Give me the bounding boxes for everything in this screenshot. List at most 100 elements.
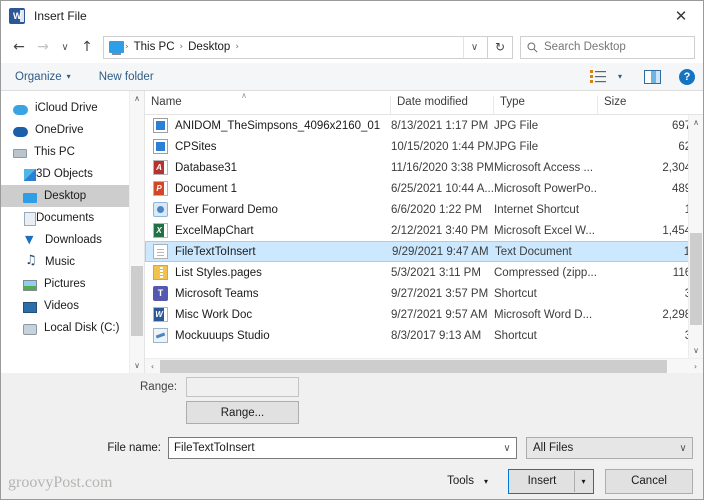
- file-name: Mockuuups Studio: [175, 330, 270, 342]
- filename-value: FileTextToInsert: [174, 442, 498, 454]
- range-input[interactable]: [186, 377, 299, 397]
- file-name-cell: List Styles.pages: [145, 265, 390, 280]
- scroll-down-icon[interactable]: ∨: [130, 358, 144, 373]
- hscroll-track[interactable]: [160, 360, 688, 373]
- column-header-date-modified[interactable]: Date modified: [390, 96, 493, 114]
- sidebar-item-label: Desktop: [44, 190, 86, 202]
- file-date: 10/15/2020 1:44 PM: [390, 141, 493, 153]
- scroll-left-icon[interactable]: ‹: [145, 362, 160, 371]
- sidebar-item-downloads[interactable]: Downloads: [1, 229, 144, 251]
- table-row[interactable]: Ever Forward Demo 6/6/2020 1:22 PM Inter…: [145, 199, 703, 220]
- breadcrumb-this-pc[interactable]: This PC: [130, 41, 179, 53]
- cancel-button[interactable]: Cancel: [605, 469, 693, 494]
- sidebar-item-label: Music: [45, 256, 75, 268]
- table-row[interactable]: W Misc Work Doc 9/27/2021 9:57 AM Micros…: [145, 304, 703, 325]
- toolbar-right-group: ▾ ?: [590, 69, 695, 85]
- chevron-down-icon[interactable]: ∨: [463, 37, 485, 58]
- watermark: groovyPost.com: [8, 474, 112, 492]
- table-row[interactable]: P Document 1 6/25/2021 10:44 A... Micros…: [145, 178, 703, 199]
- filename-input[interactable]: FileTextToInsert ∨: [168, 437, 517, 459]
- search-input[interactable]: Search Desktop: [520, 36, 695, 59]
- zip-file-icon: [153, 265, 168, 280]
- column-header-size[interactable]: Size: [597, 96, 703, 114]
- file-type: JPG File: [493, 141, 597, 153]
- insert-button[interactable]: Insert: [510, 471, 575, 492]
- breadcrumb-separator: ›: [234, 42, 240, 52]
- jpg-file-icon: [153, 139, 168, 154]
- file-list-vertical-scrollbar[interactable]: ∧ ∨: [688, 115, 703, 358]
- search-icon: [527, 42, 538, 53]
- insert-split-button[interactable]: Insert ▾: [508, 469, 594, 494]
- column-header-type[interactable]: Type: [493, 96, 597, 114]
- file-name-cell: P Document 1: [145, 181, 390, 196]
- file-type-select[interactable]: All Files ∨: [526, 437, 693, 459]
- refresh-icon[interactable]: ↻: [488, 36, 513, 59]
- range-label: Range:: [140, 381, 184, 393]
- close-icon[interactable]: ✕: [659, 2, 703, 31]
- scrollbar-thumb[interactable]: [690, 233, 702, 325]
- breadcrumb-desktop[interactable]: Desktop: [184, 41, 234, 53]
- scrollbar-thumb[interactable]: [131, 266, 143, 336]
- table-row-selected[interactable]: FileTextToInsert 9/29/2021 9:47 AM Text …: [145, 241, 703, 262]
- tools-button[interactable]: Tools ▾: [441, 470, 494, 493]
- table-row[interactable]: A Database31 11/16/2020 3:38 PM Microsof…: [145, 157, 703, 178]
- sidebar-item-documents[interactable]: Documents: [1, 207, 144, 229]
- preview-pane-icon[interactable]: [644, 70, 661, 84]
- table-row[interactable]: Microsoft Teams 9/27/2021 3:57 PM Shortc…: [145, 283, 703, 304]
- file-name-cell: X ExcelMapChart: [145, 223, 390, 238]
- table-row[interactable]: List Styles.pages 5/3/2021 3:11 PM Compr…: [145, 262, 703, 283]
- table-row[interactable]: Mockuuups Studio 8/3/2017 9:13 AM Shortc…: [145, 325, 703, 346]
- scroll-right-icon[interactable]: ›: [688, 362, 703, 371]
- file-size: 1 K: [598, 246, 702, 258]
- sidebar-item-this-pc[interactable]: This PC: [1, 141, 144, 163]
- scroll-down-icon[interactable]: ∨: [689, 343, 703, 358]
- sidebar-item-onedrive[interactable]: OneDrive: [1, 119, 144, 141]
- filename-label: File name:: [1, 442, 168, 454]
- file-date: 2/12/2021 3:40 PM: [390, 225, 493, 237]
- local-disk-icon: [23, 324, 37, 335]
- forward-button[interactable]: →: [31, 35, 55, 59]
- file-name: List Styles.pages: [175, 267, 262, 279]
- sidebar-item-desktop[interactable]: Desktop: [1, 185, 144, 207]
- file-list-horizontal-scrollbar[interactable]: ‹ ›: [145, 358, 703, 373]
- table-row[interactable]: ANIDOM_TheSimpsons_4096x2160_01 8/13/202…: [145, 115, 703, 136]
- view-options-caret-icon[interactable]: ▾: [618, 72, 622, 81]
- teams-shortcut-icon: [153, 286, 168, 301]
- sidebar-item-icloud-drive[interactable]: iCloud Drive: [1, 97, 144, 119]
- range-row: Range:: [1, 373, 703, 401]
- table-row[interactable]: CPSites 10/15/2020 1:44 PM JPG File 62 K: [145, 136, 703, 157]
- chevron-down-icon[interactable]: ∨: [498, 443, 516, 454]
- details-view-icon[interactable]: [590, 69, 610, 85]
- table-row[interactable]: X ExcelMapChart 2/12/2021 3:40 PM Micros…: [145, 220, 703, 241]
- recent-locations-button[interactable]: ∨: [55, 35, 75, 59]
- sidebar-scrollbar[interactable]: ∧ ∨: [129, 91, 144, 373]
- column-header-name[interactable]: Name: [145, 96, 390, 114]
- sidebar-item-3d-objects[interactable]: 3D Objects: [1, 163, 144, 185]
- organize-button[interactable]: Organize ▾: [15, 71, 71, 83]
- address-bar[interactable]: › This PC › Desktop › ∨: [103, 36, 488, 59]
- insert-dropdown-icon[interactable]: ▾: [575, 471, 592, 492]
- onedrive-icon: [13, 127, 28, 137]
- help-button[interactable]: ?: [679, 69, 695, 85]
- scroll-up-icon[interactable]: ∧: [130, 91, 144, 106]
- scroll-up-icon[interactable]: ∧: [689, 115, 703, 130]
- sidebar-item-videos[interactable]: Videos: [1, 295, 144, 317]
- scrollbar-thumb[interactable]: [160, 360, 667, 373]
- file-name: Ever Forward Demo: [175, 204, 278, 216]
- back-button[interactable]: ←: [7, 35, 31, 59]
- column-headers: Name Date modified Type Size ∧: [145, 91, 703, 115]
- icloud-drive-icon: [13, 105, 28, 115]
- file-type: Microsoft PowerPo...: [493, 183, 597, 195]
- sidebar-item-local-disk[interactable]: Local Disk (C:): [1, 317, 144, 339]
- sidebar-item-pictures[interactable]: Pictures: [1, 273, 144, 295]
- up-button[interactable]: ↑: [75, 35, 99, 59]
- range-button[interactable]: Range...: [186, 401, 299, 424]
- sidebar-item-music[interactable]: Music: [1, 251, 144, 273]
- sidebar-item-label: Videos: [44, 300, 79, 312]
- chevron-down-icon: ▾: [484, 477, 488, 486]
- command-toolbar: Organize ▾ New folder ▾: [1, 63, 703, 91]
- new-folder-button[interactable]: New folder: [99, 71, 154, 83]
- dialog-body: iCloud Drive OneDrive This PC 3D Objects…: [1, 91, 703, 373]
- file-name: Document 1: [175, 183, 237, 195]
- chevron-down-icon[interactable]: ∨: [674, 443, 692, 454]
